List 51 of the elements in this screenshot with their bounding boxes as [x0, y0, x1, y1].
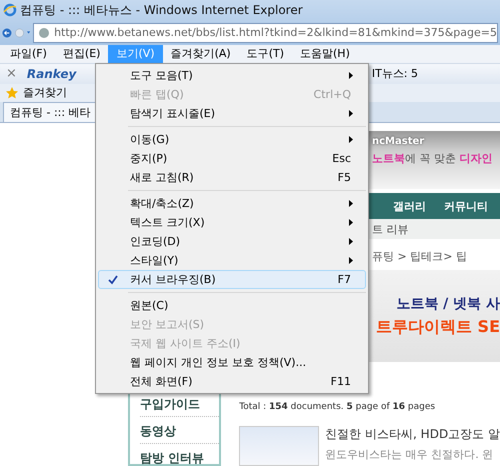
banner-brand: ncMaster: [372, 136, 426, 147]
menu-option[interactable]: 중지(P) Esc: [98, 149, 366, 168]
window-title: 컴퓨팅 - ::: 베타뉴스 - Windows Internet Explorer: [20, 2, 303, 18]
menu-item[interactable]: 즐겨찾기(A): [162, 45, 239, 63]
article-snippet: 윈도우비스타는 매우 친절하다. 윈: [325, 447, 494, 462]
browser-logo-icon: [3, 3, 17, 17]
menu-option[interactable]: 텍스트 크기(X): [98, 213, 366, 232]
close-button[interactable]: ×: [6, 66, 17, 82]
submenu-arrow-icon: [349, 238, 353, 245]
submenu-arrow-icon: [349, 110, 353, 117]
menu-item[interactable]: 편집(E): [54, 45, 108, 63]
browser-tab[interactable]: 컴퓨팅 - ::: 베타: [3, 102, 98, 122]
article-title[interactable]: 친절한 비스타씨, HDD고장도 알: [325, 426, 500, 443]
submenu-arrow-icon: [349, 200, 353, 207]
ad-title: 트루다이렉트 SE: [376, 316, 500, 338]
menu-item[interactable]: 도구(T): [238, 45, 292, 63]
menu-option[interactable]: 인코딩(D): [98, 232, 366, 251]
sidebar-link[interactable]: 탐방 인터뷰: [140, 450, 220, 466]
submenu-arrow-icon: [349, 219, 353, 226]
menu-option[interactable]: 원본(C): [98, 296, 366, 315]
toolbar-logo[interactable]: Rankey: [26, 66, 76, 81]
news-ticker[interactable]: IT뉴스: 5: [372, 66, 418, 82]
address-field[interactable]: http://www.betanews.net/bbs/list.html?tkind=2&lkind=81&mkind=375&page=5: [33, 22, 498, 42]
menu-item[interactable]: 도움말(H): [292, 45, 358, 63]
menu-option[interactable]: 커서 브라우징(B) F7: [98, 270, 366, 289]
menu-option[interactable]: 전체 화면(F) F11: [98, 372, 366, 391]
sub-nav-link[interactable]: 트 리뷰: [372, 222, 408, 236]
article-thumbnail[interactable]: [239, 426, 320, 466]
menu-option[interactable]: 스타일(Y): [98, 251, 366, 270]
menu-option[interactable]: 웹 페이지 개인 정보 보호 정책(V)...: [98, 353, 366, 372]
sidebar-link[interactable]: 동영상: [140, 423, 220, 444]
dropdown-icon[interactable]: [26, 30, 30, 35]
sidebar-link[interactable]: 구입가이드: [140, 396, 220, 417]
submenu-arrow-icon: [349, 136, 353, 143]
menu-option[interactable]: 새로 고침(R) F5: [98, 168, 366, 187]
star-icon: [5, 86, 19, 100]
menu-option[interactable]: 탐색기 표시줄(E): [98, 104, 366, 123]
submenu-arrow-icon: [349, 72, 353, 79]
checkmark-icon: [108, 274, 118, 284]
menu-option[interactable]: 확대/축소(Z): [98, 194, 366, 213]
menu-option[interactable]: 도구 모음(T): [98, 66, 366, 85]
banner-tagline: 노트북에 꼭 맞춘 디자인: [372, 151, 494, 166]
breadcrumb: 퓨팅 > 팁테크> 팁: [372, 249, 468, 264]
submenu-arrow-icon: [349, 257, 353, 264]
menu-option[interactable]: 이동(G): [98, 130, 366, 149]
menu-item[interactable]: 파일(F): [2, 45, 55, 63]
nav-link[interactable]: 커뮤니티: [444, 198, 488, 214]
nav-link[interactable]: 갤러리: [393, 198, 426, 214]
document-count: Total : 154 documents. 5 page of 16 pages: [239, 402, 436, 412]
ad-headline: 노트북 / 넷북 사: [396, 294, 500, 312]
favorites-button[interactable]: 즐겨찾기: [23, 85, 67, 100]
